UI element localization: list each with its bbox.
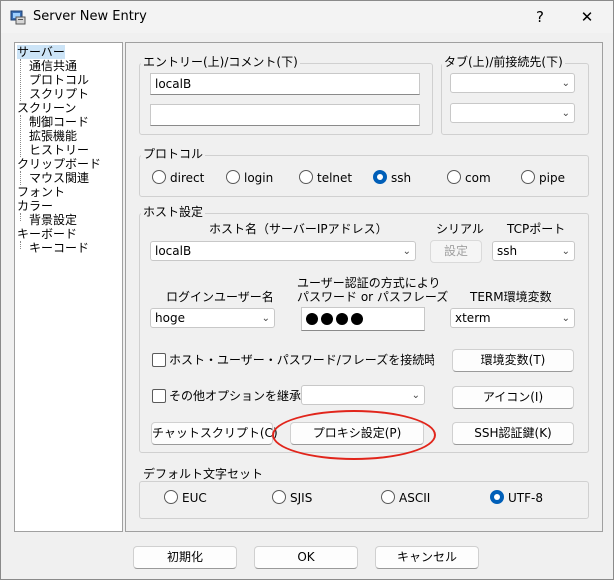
hostname-label: ホスト名（サーバーIPアドレス） [209, 222, 388, 236]
sidebar-item-font[interactable]: フォント [17, 185, 65, 199]
protocol-group-label: プロトコル [141, 147, 206, 161]
chevron-down-icon: ⌄ [561, 313, 570, 324]
sidebar-item-script[interactable]: スクリプト [29, 87, 89, 101]
login-user-label: ログインユーザー名 [166, 290, 274, 304]
auth-label-line2: パスワード or パスフレーズ [297, 290, 449, 304]
sidebar-item-control-code[interactable]: 制御コード [29, 115, 89, 129]
term-combobox[interactable]: xterm ⌄ [450, 308, 575, 328]
highlight-annotation [272, 410, 436, 460]
app-icon [10, 10, 26, 25]
hostname-combobox[interactable]: localB ⌄ [150, 241, 416, 261]
protocol-direct-radio[interactable] [152, 170, 166, 184]
term-label: TERM環境変数 [470, 290, 552, 304]
help-button[interactable]: ? [527, 5, 553, 29]
protocol-telnet-label: telnet [317, 171, 353, 185]
sidebar-item-background[interactable]: 背景設定 [29, 213, 77, 227]
tab-select[interactable]: ⌄ [450, 73, 575, 93]
dialog-window: Server New Entry ? ✕ サーバー 通信共通 プロトコル スクリ… [0, 0, 614, 580]
chat-script-button[interactable]: チャットスクリプト(C) [151, 422, 278, 445]
inherit-options-combobox[interactable]: ⌄ [301, 385, 425, 405]
sidebar-item-clipboard[interactable]: クリップボード [17, 157, 101, 171]
charset-ascii-radio[interactable] [381, 490, 395, 504]
host-settings-label: ホスト設定 [141, 205, 206, 219]
prompt-at-connect-label: ホスト・ユーザー・パスワード/フレーズを接続時に入力 [169, 353, 434, 367]
protocol-pipe-label: pipe [539, 171, 565, 185]
protocol-ssh-label: ssh [391, 171, 412, 185]
protocol-direct-label: direct [170, 171, 205, 185]
password-mask [351, 313, 363, 325]
sidebar-item-communication[interactable]: 通信共通 [29, 59, 77, 73]
sidebar-item-screen[interactable]: スクリーン [17, 101, 76, 115]
chevron-down-icon: ⌄ [261, 313, 270, 324]
chevron-down-icon: ⌄ [561, 108, 570, 119]
protocol-pipe-radio[interactable] [521, 170, 535, 184]
tcp-port-label: TCPポート [507, 222, 566, 236]
inherit-options-label: その他オプションを継承 [169, 389, 302, 403]
ssh-key-button[interactable]: SSH認証鍵(K) [452, 422, 574, 445]
env-variables-button[interactable]: 環境変数(T) [452, 349, 574, 372]
charset-utf8-label: UTF-8 [508, 491, 543, 505]
charset-sjis-label: SJIS [290, 491, 313, 505]
chevron-down-icon: ⌄ [561, 78, 570, 89]
charset-euc-label: EUC [182, 491, 207, 505]
protocol-com-radio[interactable] [447, 170, 461, 184]
protocol-ssh-radio[interactable] [373, 170, 387, 184]
sidebar-item-keyboard[interactable]: キーボード [17, 227, 77, 241]
previous-host-select[interactable]: ⌄ [450, 103, 575, 123]
chevron-down-icon: ⌄ [402, 246, 411, 257]
password-mask [336, 313, 348, 325]
title-bar: Server New Entry ? ✕ [1, 1, 613, 33]
cancel-button[interactable]: キャンセル [375, 546, 479, 569]
tree-connector [20, 171, 21, 185]
tree-connector [20, 241, 21, 249]
chevron-down-icon: ⌄ [561, 246, 570, 257]
icon-button[interactable]: アイコン(I) [452, 386, 574, 409]
charset-group-label: デフォルト文字セット [141, 467, 266, 481]
comment-field[interactable] [150, 104, 420, 126]
reset-button[interactable]: 初期化 [133, 546, 237, 569]
term-value: xterm [455, 311, 491, 325]
entry-group-label: エントリー(上)/コメント(下) [141, 55, 300, 69]
password-mask [321, 313, 333, 325]
tcp-port-value: ssh [497, 244, 518, 258]
prompt-at-connect-checkbox[interactable] [152, 353, 166, 367]
category-tree: サーバー 通信共通 プロトコル スクリプト スクリーン 制御コード 拡張機能 ヒ… [14, 42, 123, 532]
charset-euc-radio[interactable] [164, 490, 178, 504]
ok-button[interactable]: OK [254, 546, 358, 569]
tcp-port-combobox[interactable]: ssh ⌄ [492, 241, 575, 261]
hostname-value: localB [155, 244, 192, 258]
login-user-combobox[interactable]: hoge ⌄ [150, 308, 275, 328]
auth-label-line1: ユーザー認証の方式により [297, 276, 441, 290]
protocol-com-label: com [465, 171, 491, 185]
sidebar-item-keycode[interactable]: キーコード [29, 241, 89, 255]
protocol-login-radio[interactable] [226, 170, 240, 184]
close-button[interactable]: ✕ [574, 5, 600, 29]
tree-connector [20, 59, 21, 101]
window-title: Server New Entry [33, 9, 147, 24]
chevron-down-icon: ⌄ [411, 390, 420, 401]
tree-connector [20, 213, 21, 221]
sidebar-item-color[interactable]: カラー [17, 199, 53, 213]
sidebar-item-history[interactable]: ヒストリー [29, 143, 89, 157]
protocol-login-label: login [244, 171, 274, 185]
tree-connector [20, 115, 21, 157]
password-mask [306, 313, 318, 325]
tab-group-label: タブ(上)/前接続先(下) [442, 55, 565, 69]
protocol-telnet-radio[interactable] [299, 170, 313, 184]
serial-settings-button[interactable]: 設定 [430, 240, 482, 263]
charset-ascii-label: ASCII [399, 491, 431, 505]
charset-sjis-radio[interactable] [272, 490, 286, 504]
sidebar-item-mouse[interactable]: マウス関連 [29, 171, 89, 185]
login-user-value: hoge [155, 311, 185, 325]
sidebar-item-protocol[interactable]: プロトコル [29, 73, 89, 87]
sidebar-item-server[interactable]: サーバー [17, 45, 65, 59]
inherit-options-checkbox[interactable] [152, 389, 166, 403]
entry-name-field[interactable]: localB [150, 73, 420, 95]
serial-label: シリアル [436, 222, 484, 236]
password-field[interactable] [301, 307, 425, 331]
sidebar-item-extensions[interactable]: 拡張機能 [29, 129, 77, 143]
charset-utf8-radio[interactable] [490, 490, 504, 504]
